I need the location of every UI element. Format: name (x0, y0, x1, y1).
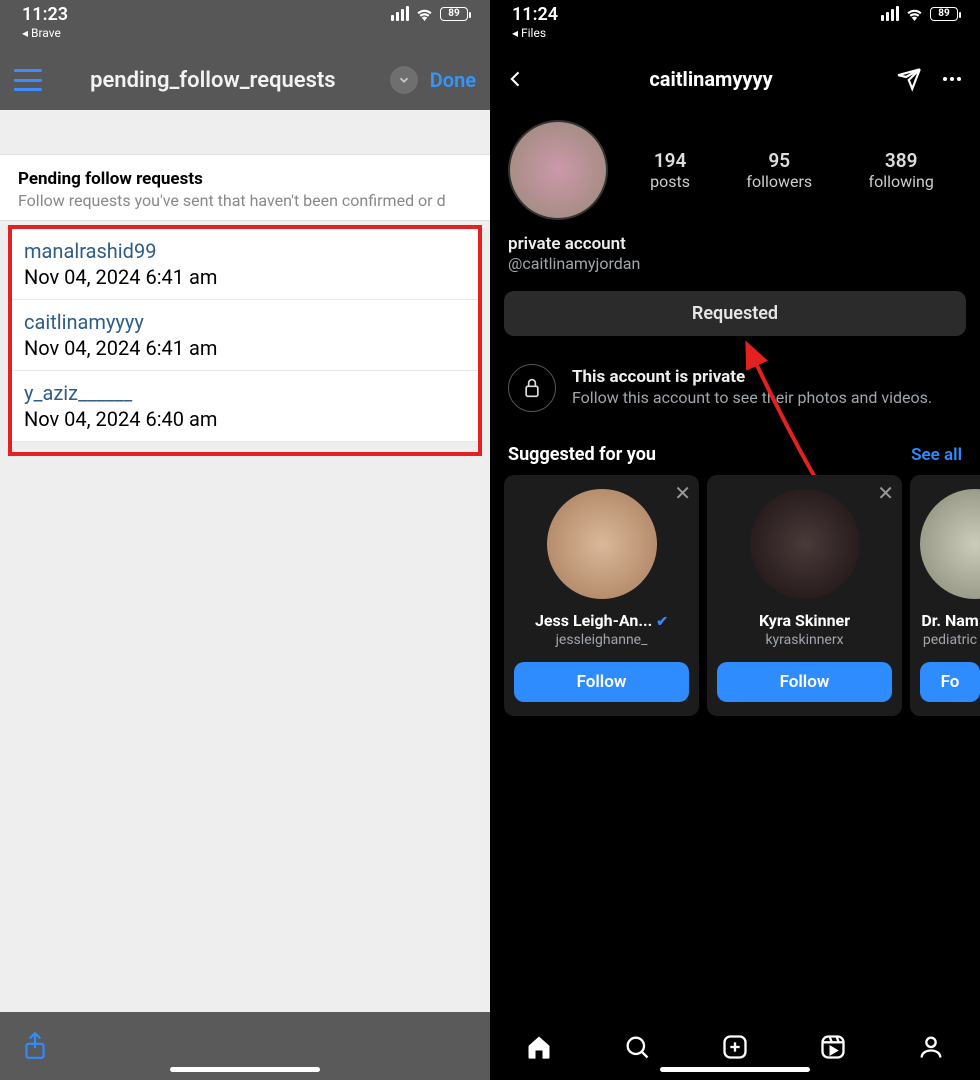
profile-header: 194posts 95followers 389following (490, 108, 980, 220)
left-phone: 11:23 ◂ Brave 89 pending_follow_requests… (0, 0, 490, 1080)
stat-following[interactable]: 389following (869, 149, 934, 191)
share-dm-icon[interactable] (896, 66, 922, 92)
requested-button[interactable]: Requested (504, 291, 966, 336)
lock-icon (508, 364, 556, 412)
battery-icon: 89 (440, 7, 468, 21)
battery-icon: 89 (930, 7, 958, 21)
list-item[interactable]: caitlinamyyyy Nov 04, 2024 6:41 am (12, 300, 478, 371)
card-name: Dr. Nam (920, 611, 980, 630)
suggested-card: ✕ Kyra Skinner kyraskinnerx Follow (707, 475, 902, 716)
username: y_aziz______ (24, 381, 466, 405)
card-name: Jess Leigh-An... ✔ (514, 611, 689, 630)
search-icon[interactable] (623, 1033, 651, 1061)
avatar[interactable] (750, 489, 860, 599)
close-icon[interactable]: ✕ (877, 481, 894, 505)
section-header: Pending follow requests Follow requests … (0, 154, 490, 221)
username: caitlinamyyyy (24, 310, 466, 334)
list-item[interactable]: y_aziz______ Nov 04, 2024 6:40 am (12, 371, 478, 442)
profile-nav: caitlinamyyyy (490, 50, 980, 108)
display-name: private account (508, 234, 962, 254)
wifi-icon (905, 7, 924, 21)
status-right: 89 (881, 6, 958, 21)
status-time: 11:24 (512, 6, 558, 24)
follow-button[interactable]: Follow (514, 662, 689, 702)
see-all-button[interactable]: See all (911, 445, 962, 465)
profile-username: caitlinamyyyy (536, 67, 886, 91)
create-icon[interactable] (721, 1033, 749, 1061)
share-icon[interactable] (22, 1031, 48, 1061)
status-bar: 11:23 ◂ Brave 89 (0, 0, 490, 50)
back-icon[interactable] (506, 67, 526, 91)
timestamp: Nov 04, 2024 6:41 am (24, 336, 466, 360)
card-username: jessleighanne_ (514, 632, 689, 648)
annotation-arrow-icon (735, 336, 855, 496)
right-phone: 11:24 ◂ Files 89 caitlinamyyyy 194posts … (490, 0, 980, 1080)
profile-icon[interactable] (917, 1033, 945, 1061)
card-username: pediatric (920, 632, 980, 648)
stat-posts[interactable]: 194posts (650, 149, 690, 191)
home-icon[interactable] (525, 1033, 553, 1061)
wifi-icon (415, 7, 434, 21)
close-icon[interactable]: ✕ (674, 481, 691, 505)
page-title: pending_follow_requests (42, 68, 384, 93)
list-icon[interactable] (14, 69, 42, 91)
avatar[interactable] (508, 120, 608, 220)
status-time: 11:23 (22, 6, 68, 24)
suggested-card: Dr. Nam pediatric Fo (910, 475, 980, 716)
cellular-icon (391, 6, 409, 21)
timestamp: Nov 04, 2024 6:40 am (24, 407, 466, 431)
suggested-title: Suggested for you (508, 444, 656, 465)
verified-icon: ✔ (656, 614, 668, 630)
reels-icon[interactable] (819, 1033, 847, 1061)
annotation-box: manalrashid99 Nov 04, 2024 6:41 am caitl… (8, 225, 482, 456)
card-username: kyraskinnerx (717, 632, 892, 648)
back-to-app[interactable]: ◂ Brave (22, 26, 68, 40)
home-indicator[interactable] (660, 1067, 810, 1072)
back-to-app[interactable]: ◂ Files (512, 26, 558, 40)
stat-followers[interactable]: 95followers (746, 149, 812, 191)
suggested-cards[interactable]: ✕ Jess Leigh-An... ✔ jessleighanne_ Foll… (490, 475, 980, 716)
status-right: 89 (391, 6, 468, 21)
done-button[interactable]: Done (430, 68, 476, 92)
timestamp: Nov 04, 2024 6:41 am (24, 265, 466, 289)
chevron-down-icon (397, 73, 411, 87)
stats: 194posts 95followers 389following (622, 149, 962, 191)
bio: private account @caitlinamyjordan (490, 220, 980, 281)
follow-button[interactable]: Fo (920, 662, 980, 702)
username: manalrashid99 (24, 239, 466, 263)
more-icon[interactable] (940, 67, 964, 91)
section-subtitle: Follow requests you've sent that haven't… (18, 191, 472, 210)
section-title: Pending follow requests (18, 169, 472, 189)
suggested-card: ✕ Jess Leigh-An... ✔ jessleighanne_ Foll… (504, 475, 699, 716)
follow-button[interactable]: Follow (717, 662, 892, 702)
avatar[interactable] (920, 489, 980, 599)
list-item[interactable]: manalrashid99 Nov 04, 2024 6:41 am (12, 229, 478, 300)
requested-label: Requested (692, 303, 778, 324)
content: Pending follow requests Follow requests … (0, 110, 490, 1012)
home-indicator[interactable] (170, 1067, 320, 1072)
status-bar: 11:24 ◂ Files 89 (490, 0, 980, 50)
nav-bar: pending_follow_requests Done (0, 50, 490, 110)
avatar[interactable] (547, 489, 657, 599)
cellular-icon (881, 6, 899, 21)
card-name: Kyra Skinner (717, 611, 892, 630)
handle: @caitlinamyjordan (508, 254, 962, 273)
dropdown-button[interactable] (390, 66, 418, 94)
